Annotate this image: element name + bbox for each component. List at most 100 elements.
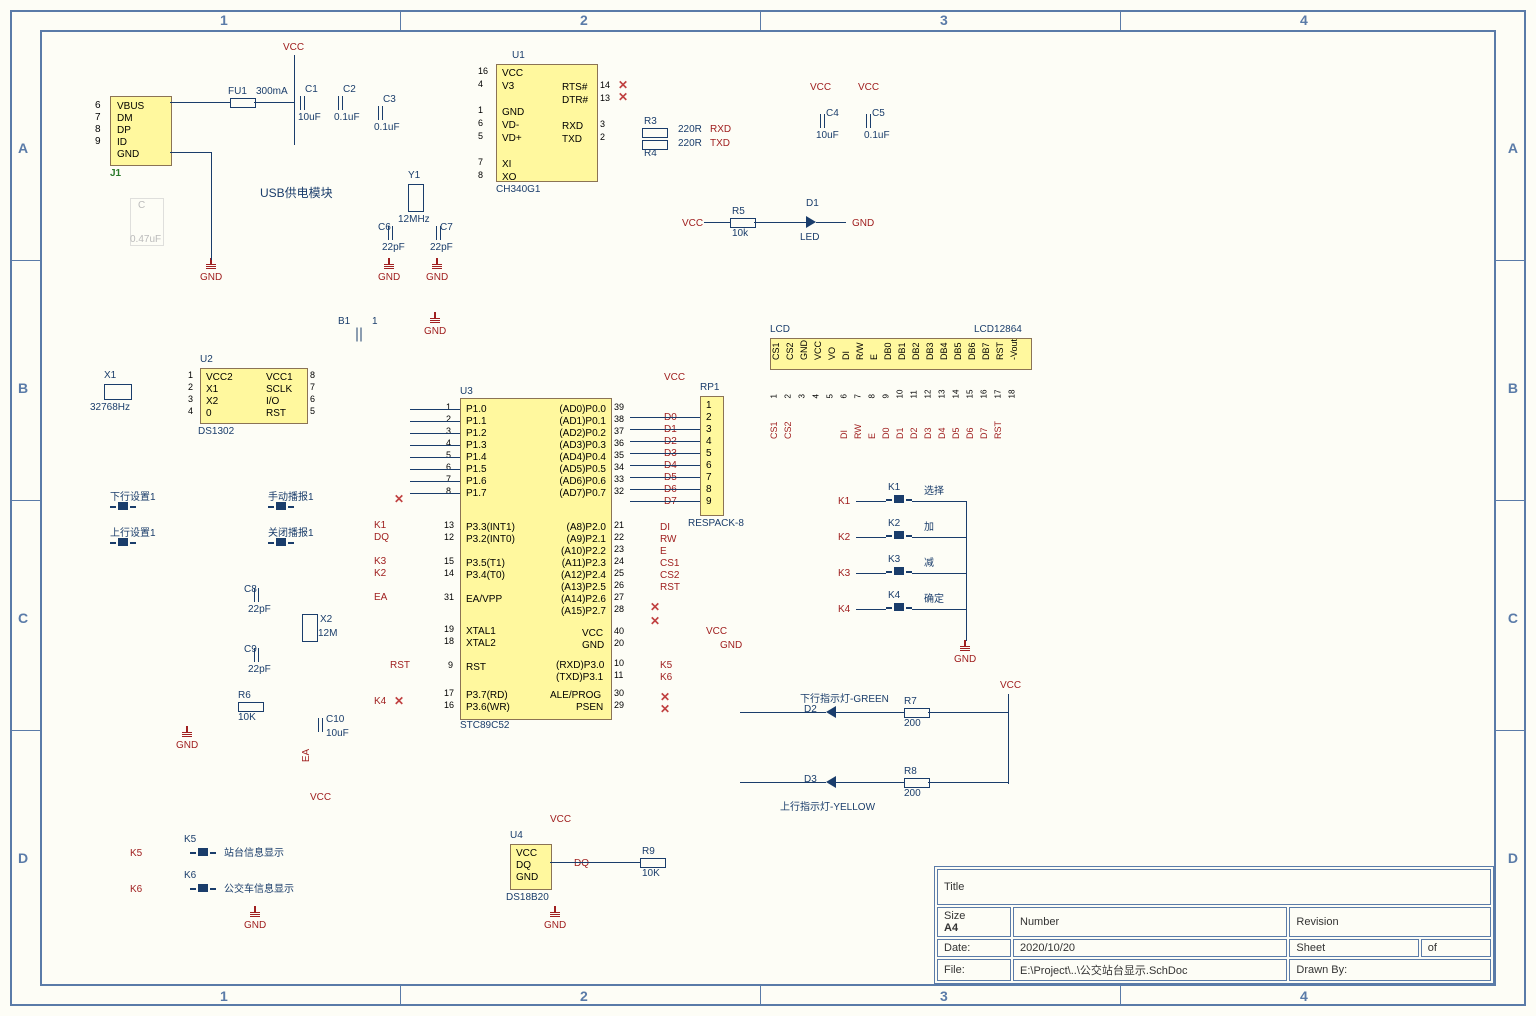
- c6-ref: C6: [378, 222, 391, 233]
- d3-ref: D3: [804, 774, 817, 785]
- c1-ref: C1: [305, 84, 318, 95]
- file-label: File:: [944, 964, 965, 976]
- crystal-y1: [408, 184, 424, 212]
- vcc-led: VCC: [682, 218, 703, 229]
- usb-module-label: USB供电模块: [260, 184, 333, 201]
- x2-val: 12M: [318, 628, 337, 639]
- c7-val: 22pF: [430, 242, 453, 253]
- c2-val: 0.1uF: [334, 112, 360, 123]
- size-label: Size: [944, 910, 965, 922]
- u3-part: STC89C52: [460, 720, 509, 731]
- u4-gnd: GND: [516, 872, 538, 883]
- r7-val: 200: [904, 718, 921, 729]
- gnd-led: GND: [852, 218, 874, 229]
- cap-c5: [866, 114, 871, 128]
- rev-label: Revision: [1296, 916, 1338, 928]
- cap-c3: [378, 106, 383, 120]
- c1-val: 10uF: [298, 112, 321, 123]
- c3-ref: C3: [383, 94, 396, 105]
- vcc-c5: VCC: [858, 82, 879, 93]
- switch-down[interactable]: [110, 502, 136, 512]
- net-rxd: RXD: [710, 124, 731, 135]
- k6-label: 公交车信息显示: [224, 880, 294, 895]
- vcc-rp: VCC: [664, 372, 685, 383]
- r9-ref: R9: [642, 846, 655, 857]
- col-2-top: 2: [580, 12, 588, 28]
- y1-ref: Y1: [408, 170, 420, 181]
- res-r5: [730, 218, 756, 228]
- x1-val: 32768Hz: [90, 402, 130, 413]
- col-2-bot: 2: [580, 988, 588, 1004]
- d1-part: LED: [800, 232, 819, 243]
- row-a-l: A: [18, 140, 28, 156]
- gnd-icon: [206, 258, 218, 270]
- rp1-ref: RP1: [700, 382, 719, 393]
- led-d3: [826, 776, 836, 788]
- switch-k2[interactable]: [886, 531, 912, 541]
- x2-ref: X2: [320, 614, 332, 625]
- j1-gnd: GND: [117, 149, 139, 160]
- c6-val: 22pF: [382, 242, 405, 253]
- u3-ref: U3: [460, 386, 473, 397]
- switch-up[interactable]: [110, 538, 136, 548]
- switch-k1[interactable]: [886, 495, 912, 505]
- gnd-b1: GND: [424, 326, 446, 337]
- u2-part: DS1302: [198, 426, 234, 437]
- gnd-keys: GND: [954, 654, 976, 665]
- c7-ref: C7: [440, 222, 453, 233]
- gnd-usb: GND: [200, 272, 222, 283]
- u1-ref: U1: [512, 50, 525, 61]
- lcd-part: LCD12864: [974, 324, 1022, 335]
- r5-val: 10k: [732, 228, 748, 239]
- gnd-mcu: GND: [720, 640, 742, 651]
- crystal-x2: [302, 614, 318, 642]
- fu1-ref: FU1: [228, 86, 247, 97]
- switch-manual[interactable]: [268, 502, 294, 512]
- size-val: A4: [944, 922, 958, 934]
- u1-part: CH340G1: [496, 184, 540, 195]
- switch-close[interactable]: [268, 538, 294, 548]
- j1-p9: 9: [95, 136, 101, 147]
- b1-ref: B1: [338, 316, 350, 327]
- c5-ref: C5: [872, 108, 885, 119]
- gnd-k56: GND: [244, 920, 266, 931]
- d1-ref: D1: [806, 198, 819, 209]
- net-txd: TXD: [710, 138, 730, 149]
- lcd-label: LCD: [770, 324, 790, 335]
- cap-c10: [318, 718, 323, 732]
- gnd-y1b: GND: [426, 272, 448, 283]
- u2-ref: U2: [200, 354, 213, 365]
- col-1-top: 1: [220, 12, 228, 28]
- x1-ref: X1: [104, 370, 116, 381]
- j1-p7: 7: [95, 112, 101, 123]
- rp1-part: RESPACK-8: [688, 518, 744, 529]
- switch-k5[interactable]: [190, 848, 216, 858]
- switch-k6[interactable]: [190, 884, 216, 894]
- c9-ref: C9: [244, 644, 257, 655]
- j1-id: ID: [117, 137, 127, 148]
- vcc-ds18: VCC: [550, 814, 571, 825]
- net-ea: EA: [374, 592, 387, 603]
- row-b-l: B: [18, 380, 28, 396]
- col-1-bot: 1: [220, 988, 228, 1004]
- j1-p8: 8: [95, 124, 101, 135]
- cstrike-ref: C: [138, 200, 145, 211]
- rst-net: RST: [390, 660, 410, 671]
- r4-ref: R4: [644, 148, 657, 159]
- vcc-rst: VCC: [310, 792, 331, 803]
- row-d-r: D: [1508, 850, 1518, 866]
- gnd-y1a: GND: [378, 272, 400, 283]
- fu1-val: 300mA: [256, 86, 288, 97]
- respack: [700, 396, 724, 516]
- switch-k4[interactable]: [886, 603, 912, 613]
- k5-net: K5: [130, 848, 142, 859]
- row-d-l: D: [18, 850, 28, 866]
- res-r9: [640, 858, 666, 868]
- switch-k3[interactable]: [886, 567, 912, 577]
- c3-val: 0.1uF: [374, 122, 400, 133]
- c4-ref: C4: [826, 108, 839, 119]
- r5-ref: R5: [732, 206, 745, 217]
- fuse-fu1: [230, 98, 256, 108]
- u4-vcc: VCC: [516, 848, 537, 859]
- sw-manual-label: 手动播报1: [268, 488, 314, 503]
